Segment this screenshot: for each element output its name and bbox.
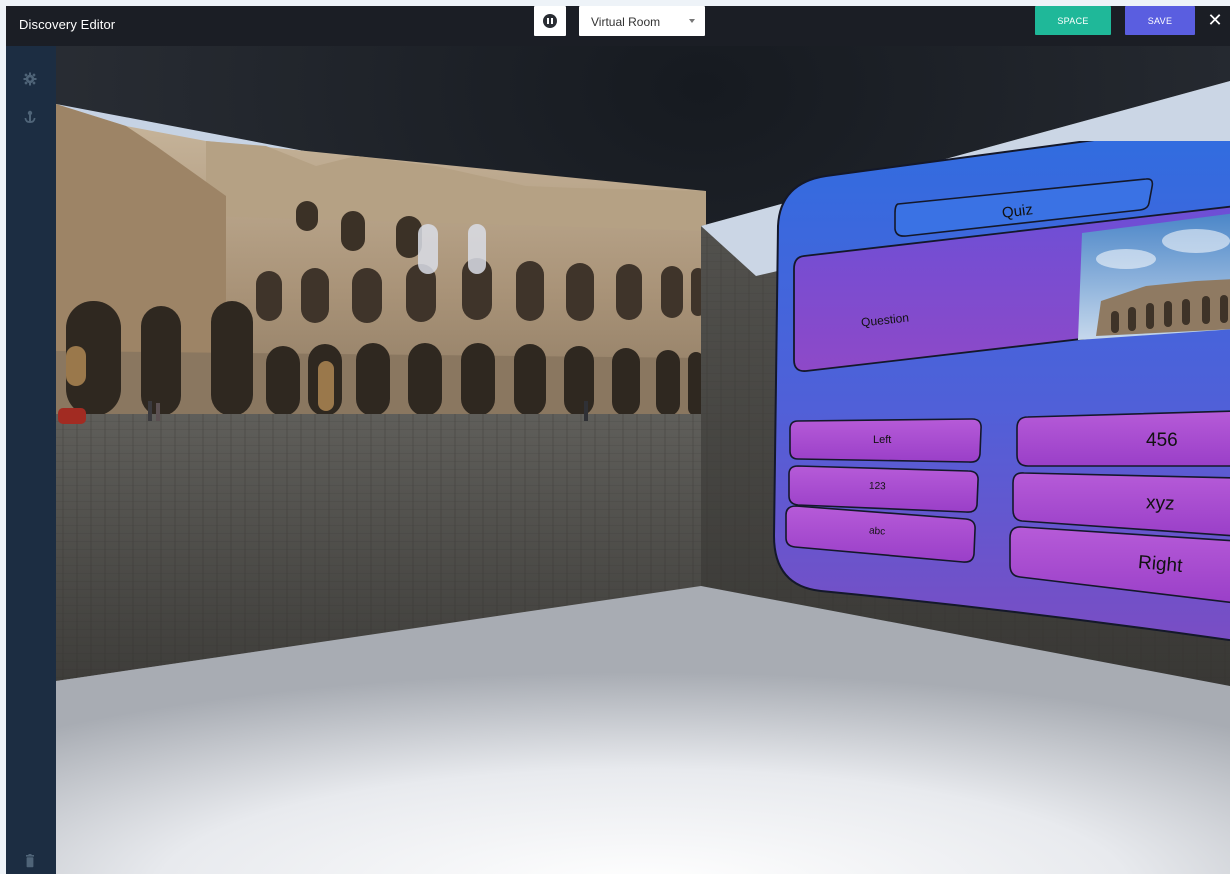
answer-right-1[interactable]: 456 xyxy=(1146,430,1178,452)
editor-window: Discovery Editor Virtual Room SPACE SAVE… xyxy=(6,6,1230,874)
room-select[interactable]: Virtual Room xyxy=(579,6,705,36)
answer-left-3[interactable]: abc xyxy=(869,525,886,537)
app-title: Discovery Editor xyxy=(19,17,116,32)
sidebar xyxy=(6,46,56,874)
answer-left-2[interactable]: 123 xyxy=(869,481,886,493)
answer-left-1[interactable]: Left xyxy=(873,434,891,446)
chevron-down-icon xyxy=(689,19,695,23)
answer-right-3[interactable]: Right xyxy=(1137,552,1183,578)
virtual-room-viewport[interactable]: Quiz Question Left 123 abc 456 xyz Right xyxy=(56,46,1230,874)
quiz-panel[interactable]: Quiz Question Left 123 abc 456 xyz Right xyxy=(766,141,1230,641)
save-button[interactable]: SAVE xyxy=(1125,6,1195,35)
pause-icon xyxy=(543,14,557,28)
answer-right-2[interactable]: xyz xyxy=(1145,492,1175,515)
pause-button[interactable] xyxy=(534,6,566,36)
room-select-value: Virtual Room xyxy=(591,15,661,29)
trash-icon[interactable] xyxy=(23,854,37,868)
anchor-icon[interactable] xyxy=(23,110,37,124)
gear-icon[interactable] xyxy=(23,72,37,86)
space-button[interactable]: SPACE xyxy=(1035,6,1111,35)
top-bar: Discovery Editor Virtual Room SPACE SAVE… xyxy=(6,6,1230,46)
close-icon[interactable]: ✕ xyxy=(1206,10,1224,30)
